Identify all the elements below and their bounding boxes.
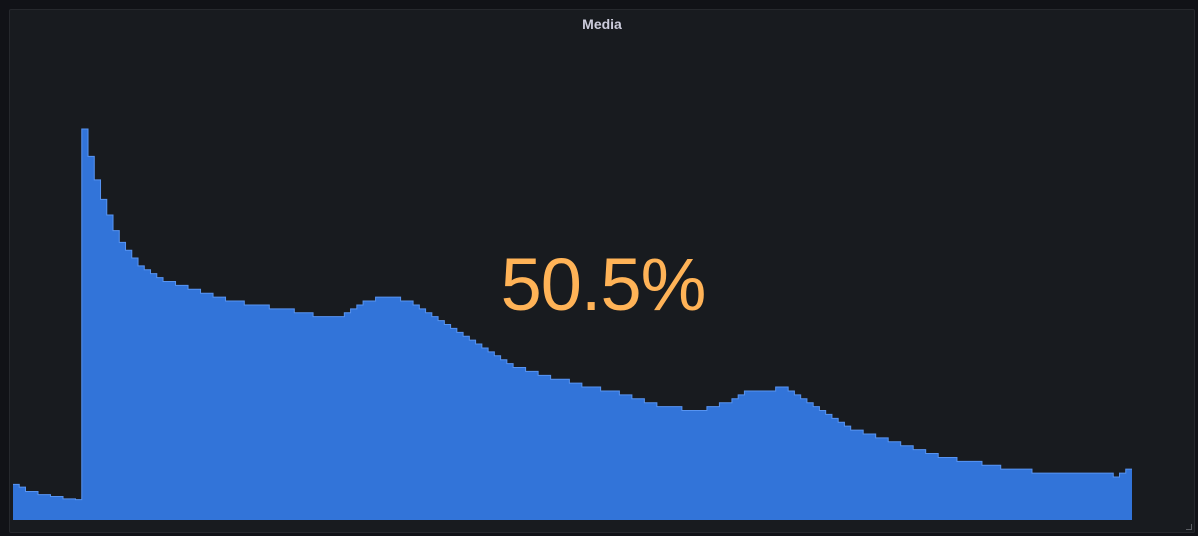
sparkline-series [13,128,1132,520]
resize-handle-icon[interactable] [1186,524,1192,530]
sparkline-chart [13,128,1132,520]
stat-panel: Media 50.5% [9,9,1195,533]
